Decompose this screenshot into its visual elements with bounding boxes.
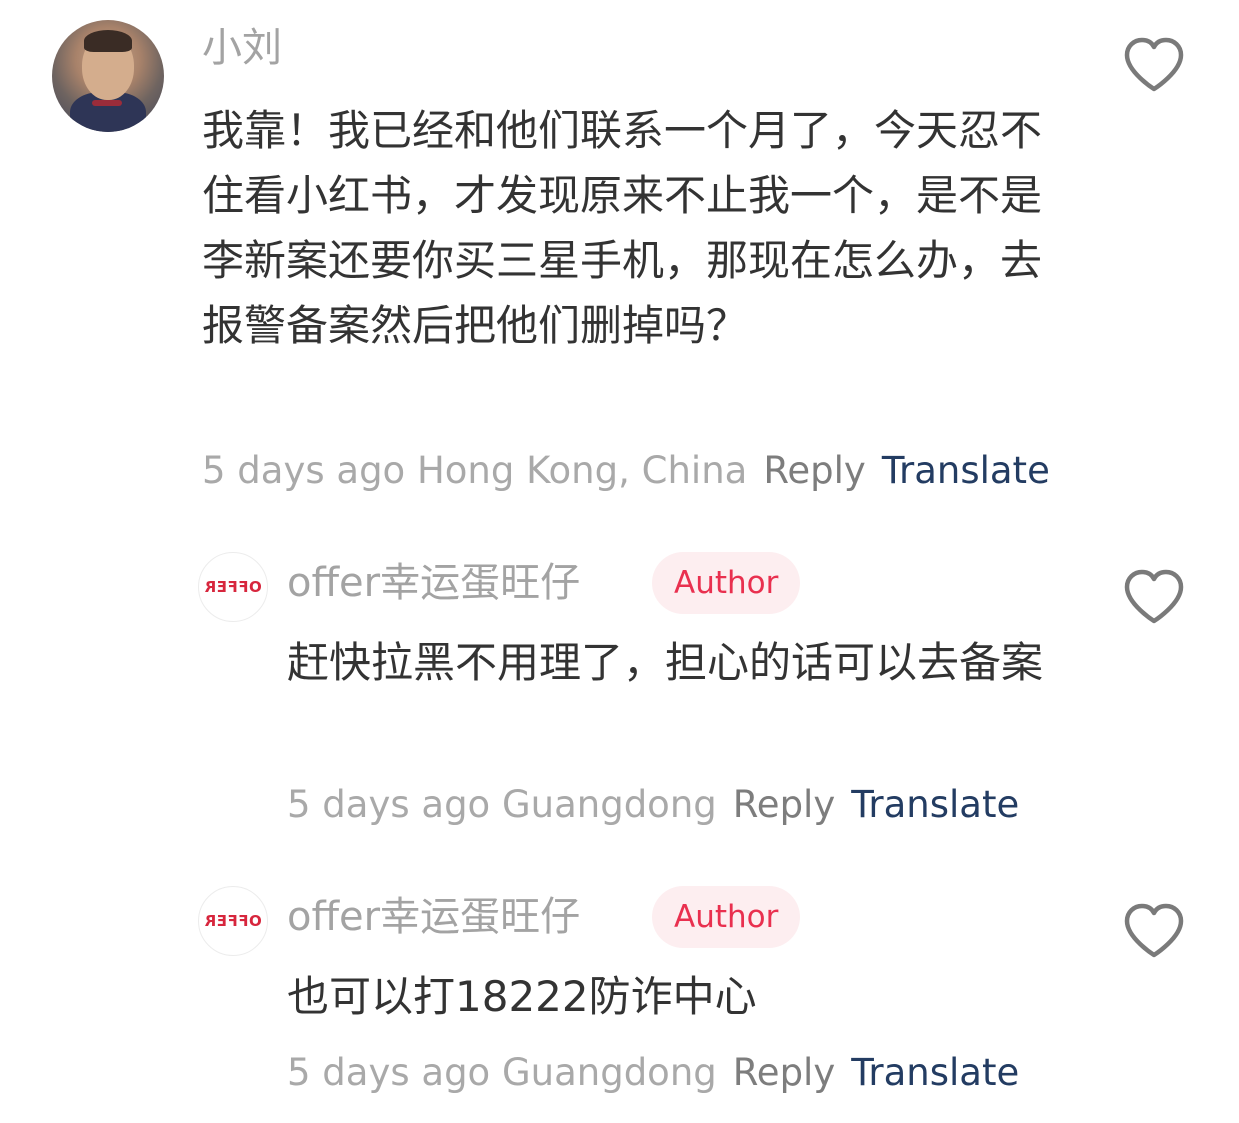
author-badge: Author [652, 552, 801, 614]
reply-meta: 5 days ago Guangdong Reply Translate [287, 786, 1019, 823]
reply-time: 5 days ago [287, 1051, 491, 1094]
user-avatar[interactable] [52, 20, 164, 132]
comment-location: Hong Kong, China [416, 449, 748, 492]
reply-text: 赶快拉黑不用理了，担心的话可以去备案 [287, 638, 1044, 687]
author-badge: Author [652, 886, 801, 948]
comment-meta: 5 days ago Hong Kong, China Reply Translat… [202, 452, 1050, 489]
like-button[interactable] [1122, 36, 1186, 94]
reply-username[interactable]: offer幸运蛋旺仔 [287, 897, 580, 937]
reply-button[interactable]: Reply [763, 449, 865, 492]
reply-text: 也可以打18222防诈中心 [287, 972, 757, 1021]
heart-outline-icon [1124, 37, 1184, 92]
comment-item: 小刘 我靠！我已经和他们联系一个月了，今天忍不住看小红书，才发现原来不止我一个，… [0, 0, 1239, 520]
heart-outline-icon [1124, 569, 1184, 624]
translate-button[interactable]: Translate [851, 783, 1019, 826]
reply-location: Guangdong [501, 1051, 717, 1094]
reply-comment-item: OFFER offer幸运蛋旺仔 Author 也可以打18222防诈中心 5 … [0, 874, 1239, 1114]
reply-location: Guangdong [501, 783, 717, 826]
reply-username[interactable]: offer幸运蛋旺仔 [287, 563, 580, 603]
reply-button[interactable]: Reply [733, 783, 835, 826]
offer-logo-icon: OFFER [204, 578, 262, 596]
author-avatar[interactable]: OFFER [198, 886, 268, 956]
comment-time: 5 days ago [202, 449, 406, 492]
translate-button[interactable]: Translate [851, 1051, 1019, 1094]
translate-button[interactable]: Translate [882, 449, 1050, 492]
reply-time: 5 days ago [287, 783, 491, 826]
reply-button[interactable]: Reply [733, 1051, 835, 1094]
offer-logo-icon: OFFER [204, 912, 262, 930]
like-button[interactable] [1122, 568, 1186, 626]
comment-username[interactable]: 小刘 [202, 28, 282, 68]
like-button[interactable] [1122, 902, 1186, 960]
heart-outline-icon [1124, 903, 1184, 958]
reply-comment-item: OFFER offer幸运蛋旺仔 Author 赶快拉黑不用理了，担心的话可以去… [0, 540, 1239, 840]
comment-text: 我靠！我已经和他们联系一个月了，今天忍不住看小红书，才发现原来不止我一个，是不是… [202, 106, 1043, 350]
reply-meta: 5 days ago Guangdong Reply Translate [287, 1054, 1019, 1091]
avatar-hair [84, 30, 132, 52]
author-avatar[interactable]: OFFER [198, 552, 268, 622]
avatar-jersey-stripe [92, 100, 122, 106]
